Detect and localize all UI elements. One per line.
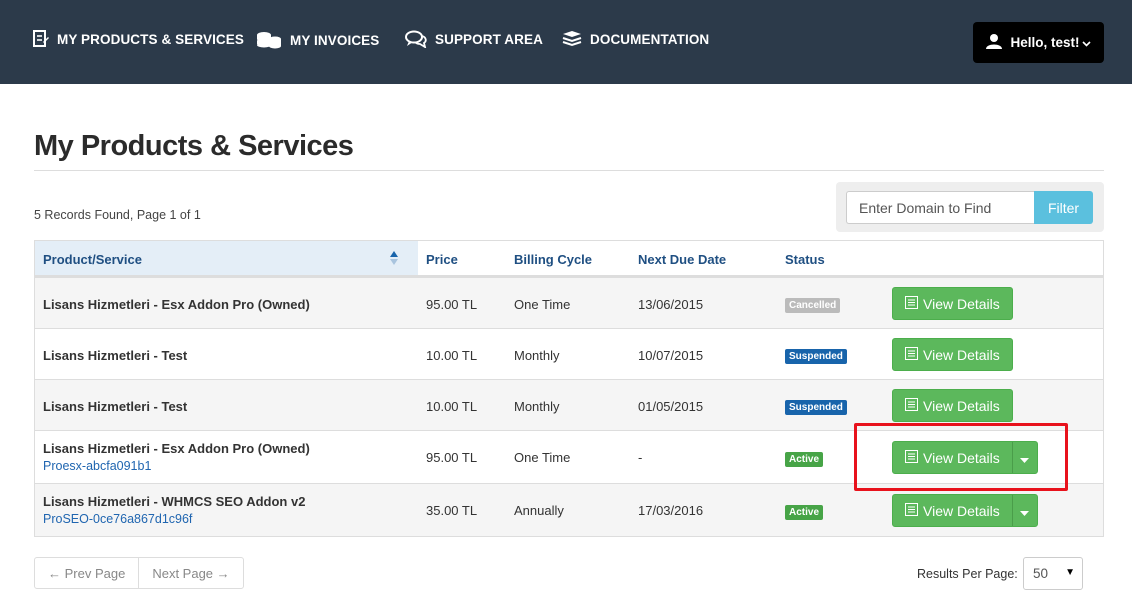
nav-documentation-label: DOCUMENTATION (590, 31, 710, 47)
price: 95.00 TL (426, 450, 478, 465)
filter-button[interactable]: Filter (1034, 191, 1093, 224)
table-row[interactable]: Lisans Hizmetleri - Esx Addon Pro (Owned… (35, 430, 1103, 483)
nav-support-area-label: SUPPORT AREA (435, 31, 543, 47)
next-due-date: 17/03/2016 (638, 503, 704, 518)
user-greeting: Hello, test! (1010, 35, 1080, 50)
domain-search-input[interactable] (846, 191, 1034, 224)
view-details-split-button[interactable]: View Details (892, 441, 1038, 474)
next-page-button[interactable]: Next Page → (138, 558, 242, 588)
caret-down-icon: ▼ (1065, 567, 1075, 578)
user-icon (986, 33, 1003, 52)
chevron-down-icon (1081, 35, 1091, 50)
nav-my-invoices-label: MY INVOICES (290, 32, 380, 48)
next-due-date: 10/07/2015 (638, 348, 704, 363)
product-name: Lisans Hizmetleri - Test (43, 399, 188, 414)
header-price[interactable]: Price (426, 252, 458, 267)
product-domain-link[interactable]: Proesx-abcfa091b1 (43, 459, 151, 473)
list-icon (905, 449, 918, 466)
nav-my-products-services[interactable]: MY PRODUCTS & SERVICES (33, 30, 244, 48)
table-row[interactable]: Lisans Hizmetleri - Test 10.00 TL Monthl… (35, 328, 1103, 379)
view-details-label: View Details (923, 449, 1000, 466)
header-product-service[interactable]: Product/Service (43, 252, 142, 267)
sort-icon[interactable] (389, 250, 399, 271)
billing-cycle: Monthly (514, 399, 560, 414)
price: 10.00 TL (426, 399, 478, 414)
caret-down-icon (1020, 503, 1030, 519)
price: 35.00 TL (426, 503, 478, 518)
price: 10.00 TL (426, 348, 478, 363)
caret-down-icon (1020, 450, 1030, 466)
billing-cycle: Annually (514, 503, 564, 518)
status-badge: Cancelled (785, 298, 841, 313)
list-icon (905, 346, 918, 363)
status-badge: Active (785, 452, 824, 467)
top-navbar: MY PRODUCTS & SERVICES MY INVOICES SUPPO… (0, 0, 1132, 84)
view-details-button[interactable]: View Details (892, 389, 1013, 422)
money-stack-icon (256, 30, 282, 50)
pagination: ← Prev Page Next Page → (34, 557, 244, 589)
next-due-date: 01/05/2015 (638, 399, 704, 414)
view-details-label: View Details (923, 295, 1000, 312)
view-details-button[interactable]: View Details (892, 338, 1013, 371)
table-row[interactable]: Lisans Hizmetleri - Esx Addon Pro (Owned… (35, 277, 1103, 328)
billing-cycle: One Time (514, 450, 571, 465)
domain-filter: Filter (836, 182, 1104, 232)
nav-documentation[interactable]: DOCUMENTATION (562, 30, 709, 48)
view-details-button[interactable]: View Details (893, 442, 1012, 473)
product-icon (33, 30, 49, 48)
billing-cycle: Monthly (514, 348, 560, 363)
chat-bubbles-icon (405, 30, 427, 48)
page-title: My Products & Services (34, 130, 354, 162)
results-per-page-select[interactable]: 50 ▼ (1023, 557, 1083, 590)
product-domain-link[interactable]: ProSEO-0ce76a867d1c96f (43, 512, 192, 526)
next-due-date: - (638, 450, 643, 465)
prev-page-button[interactable]: ← Prev Page (35, 558, 138, 588)
product-name: Lisans Hizmetleri - Esx Addon Pro (Owned… (43, 441, 310, 456)
title-divider (34, 170, 1104, 171)
status-badge: Suspended (785, 349, 847, 364)
table-header: Product/Service Price Billing Cycle Next… (35, 241, 1103, 277)
results-per-page-label: Results Per Page: (917, 567, 1018, 581)
status-badge: Active (785, 505, 824, 520)
header-next-due-date[interactable]: Next Due Date (638, 252, 726, 267)
billing-cycle: One Time (514, 297, 571, 312)
table-row[interactable]: Lisans Hizmetleri - Test 10.00 TL Monthl… (35, 379, 1103, 430)
list-icon (905, 295, 918, 312)
header-status[interactable]: Status (785, 252, 825, 267)
dropdown-toggle[interactable] (1011, 495, 1037, 526)
view-details-split-button[interactable]: View Details (892, 494, 1038, 527)
status-badge: Suspended (785, 400, 847, 415)
next-due-date: 13/06/2015 (638, 297, 704, 312)
view-details-label: View Details (923, 502, 1000, 519)
product-name: Lisans Hizmetleri - Test (43, 348, 188, 363)
nav-my-products-services-label: MY PRODUCTS & SERVICES (57, 31, 244, 47)
product-name: Lisans Hizmetleri - Esx Addon Pro (Owned… (43, 297, 310, 312)
records-count: 5 Records Found, Page 1 of 1 (34, 208, 201, 222)
results-per-page-value: 50 (1033, 566, 1049, 581)
services-table: Product/Service Price Billing Cycle Next… (34, 240, 1104, 537)
view-details-label: View Details (923, 397, 1000, 414)
view-details-button[interactable]: View Details (893, 495, 1012, 526)
view-details-button[interactable]: View Details (892, 287, 1013, 320)
list-icon (905, 397, 918, 414)
user-menu-button[interactable]: Hello, test! (973, 22, 1104, 63)
price: 95.00 TL (426, 297, 478, 312)
list-icon (905, 502, 918, 519)
product-name: Lisans Hizmetleri - WHMCS SEO Addon v2 (43, 494, 306, 509)
header-billing-cycle[interactable]: Billing Cycle (514, 252, 592, 267)
nav-my-invoices[interactable]: MY INVOICES (256, 30, 379, 50)
view-details-label: View Details (923, 346, 1000, 363)
nav-support-area[interactable]: SUPPORT AREA (405, 30, 543, 48)
table-row[interactable]: Lisans Hizmetleri - WHMCS SEO Addon v2 P… (35, 483, 1103, 536)
dropdown-toggle[interactable] (1011, 442, 1037, 473)
books-icon (562, 30, 582, 48)
